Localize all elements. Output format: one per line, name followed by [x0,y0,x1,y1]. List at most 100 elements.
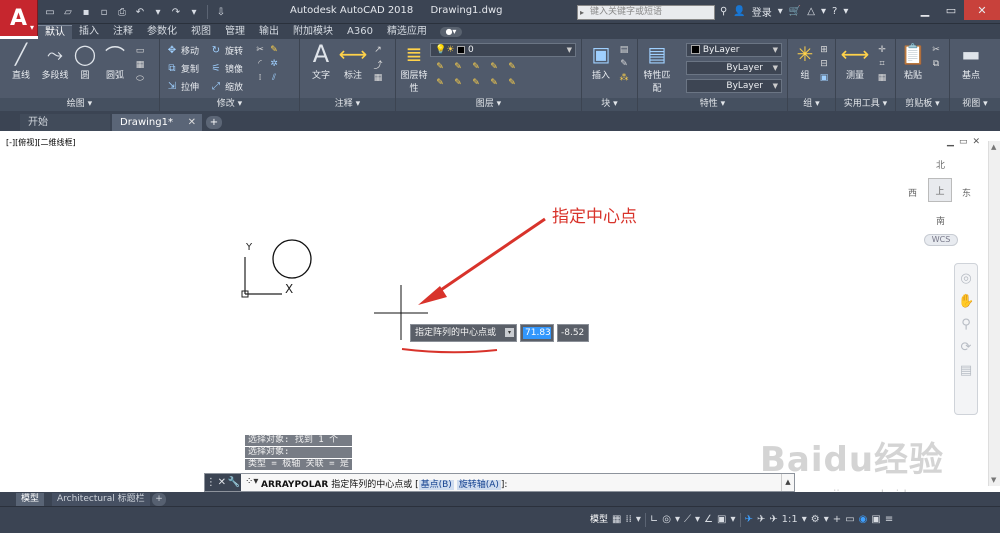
save-icon[interactable]: ▪ [78,4,94,20]
stretch-button[interactable]: ⇲ 拉伸 [166,80,199,93]
user-icon[interactable]: 👤 [733,6,745,17]
undo-dropdown-icon[interactable]: ▾ [150,4,166,20]
mleader-icon[interactable]: ⤴ [372,58,384,71]
ellipse-icon[interactable]: ⬭ [134,73,146,85]
viewcube-west[interactable]: 西 [908,186,917,199]
layer-properties-button[interactable]: ≣ 图层特性 [400,42,428,94]
redo-dropdown-icon[interactable]: ▾ [186,4,202,20]
copy-clip-icon[interactable]: ⧉ [930,58,942,70]
arc-button[interactable]: ⌒ 圆弧 [100,42,130,82]
pan-icon[interactable]: ✋ [958,294,974,310]
application-menu-button[interactable]: A ▾ [0,0,38,36]
erase-icon[interactable]: ✎ [268,44,280,56]
rotate-button[interactable]: ↻ 旋转 [210,44,243,57]
dimension-button[interactable]: ⟷ 标注 [338,42,368,81]
close-icon[interactable]: ✕ [964,0,1000,20]
command-prompt-icon[interactable]: ⁘▾ [245,476,258,487]
calculator-icon[interactable]: ▦ [876,72,888,84]
dynamic-input-options-icon[interactable]: ▾ [505,328,514,337]
fillet-icon[interactable]: ◜ [254,58,266,70]
exchange-icon[interactable]: △ [807,6,815,17]
annotation-scale-icon[interactable]: ✈ [769,512,777,528]
tab-annotate[interactable]: 注释 [106,25,140,39]
quick-select-icon[interactable]: ✛ [876,44,888,56]
offset-icon[interactable]: ⫽ [268,72,280,84]
drawn-circle[interactable] [272,239,312,279]
workspace-gear-icon[interactable]: ⚙ [811,512,820,528]
auto-scale-icon[interactable]: ✈ [757,512,765,528]
layout-tab-model[interactable]: 模型 [16,493,45,506]
panel-groups-title[interactable]: 组 ▾ [788,98,835,111]
tab-parametric[interactable]: 参数化 [140,25,184,39]
match-properties-button[interactable]: ▤ 特性匹配 [642,42,672,94]
text-button[interactable]: A 文字 [306,40,336,81]
clean-screen-icon[interactable]: ▣ [871,512,880,528]
object-snap-dropdown-icon[interactable]: ▾ [730,512,735,528]
mirror-button[interactable]: ⚟ 镜像 [210,62,244,75]
polar-dropdown-icon[interactable]: ▾ [675,512,680,528]
redo-icon[interactable]: ↷ [168,4,184,20]
annotation-scale-dropdown-icon[interactable]: ▾ [802,512,807,528]
tab-featured-apps[interactable]: 精选应用 [380,25,434,39]
help-dropdown-icon[interactable]: ▾ [843,6,848,17]
line-button[interactable]: ╱ 直线 [6,42,36,81]
open-icon[interactable]: ▱ [60,4,76,20]
viewcube-north[interactable]: 北 [936,158,945,171]
ungroup-icon[interactable]: ⊞ [818,44,830,56]
command-line-drag-handle[interactable]: ⋮ [206,477,216,488]
polar-icon[interactable]: ◎ [662,512,671,528]
print-icon[interactable]: ⎙ [114,4,130,20]
array-icon[interactable]: ⁞ [254,72,266,84]
scale-button[interactable]: ⤢ 缩放 [210,80,243,93]
color-dropdown[interactable]: ByLayer ▼ [686,43,782,57]
insert-block-button[interactable]: ▣ 插入 [586,42,616,81]
edit-block-icon[interactable]: ✎ [618,58,630,70]
tab-a360[interactable]: A360 [340,25,380,39]
layer-copy-icon[interactable]: ✎ [452,77,464,89]
group-edit-icon[interactable]: ⊟ [818,58,830,70]
annotation-visibility-icon[interactable]: ✈ [745,512,753,528]
command-option-rotation-axis[interactable]: 旋转轴(A) [456,480,501,490]
layer-dropdown[interactable]: 💡☀ 0 ▼ [430,43,576,57]
layer-delete-icon[interactable]: ✎ [506,77,518,89]
exchange-dropdown-icon[interactable]: ▾ [821,6,826,17]
isolate-objects-icon[interactable]: ◉ [859,512,868,528]
lineweight-dropdown[interactable]: ByLayer ▼ [686,79,782,93]
restore-icon[interactable]: ▭ [938,0,964,20]
viewcube-east[interactable]: 东 [962,186,971,199]
layer-freeze-icon[interactable]: ✎ [470,61,482,73]
login-dropdown-icon[interactable]: ▾ [778,6,783,17]
explode-icon[interactable]: ✲ [268,58,280,70]
layer-merge-icon[interactable]: ✎ [488,77,500,89]
panel-block-title[interactable]: 块 ▾ [582,98,637,111]
dynamic-input-y-field[interactable]: -8.52 [557,324,589,342]
paste-button[interactable]: 📋 粘贴 [898,42,928,81]
panel-draw-title[interactable]: 绘图 ▾ [0,98,159,111]
minimize-icon[interactable]: ▁ [912,0,938,20]
zoom-extents-icon[interactable]: ⚲ [958,317,974,333]
layout-tab-architectural[interactable]: Architectural 标题栏 [52,493,150,506]
customization-icon[interactable]: ≡ [885,512,893,528]
group-button[interactable]: ✳ 组 [790,42,820,81]
undo-icon[interactable]: ↶ [132,4,148,20]
base-view-button[interactable]: ▬ 基点 [956,42,986,81]
command-line-close-icon[interactable]: ✕ [218,477,226,488]
linetype-dropdown[interactable]: ByLayer ▼ [686,61,782,75]
annotation-scale-value[interactable]: 1:1 [782,512,798,528]
command-history-toggle-icon[interactable]: ▲ [781,474,794,491]
rectangle-icon[interactable]: ▭ [134,45,146,57]
command-line[interactable]: ⋮ ✕ 🔧 ⁘▾ ARRAYPOLAR 指定阵列的中心点或 [基点(B) 旋转轴… [204,473,795,492]
group-select-icon[interactable]: ▣ [818,72,830,84]
measure-button[interactable]: ⟷ 测量 [840,42,870,81]
circle-button[interactable]: ◯ 圆 [70,42,100,81]
tab-insert[interactable]: 插入 [72,25,106,39]
snap-dropdown-icon[interactable]: ▾ [636,512,641,528]
steering-wheel-icon[interactable]: ◎ [958,271,974,287]
login-button[interactable]: 登录 [752,4,772,19]
dynamic-input-x-field[interactable]: 71.83 [520,324,554,342]
new-tab-button[interactable]: + [206,116,222,129]
panel-modify-title[interactable]: 修改 ▾ [160,98,299,111]
object-snap-tracking-icon[interactable]: ∠ [704,512,713,528]
block-attribute-icon[interactable]: ⁂ [618,72,630,84]
search-input[interactable]: ▸ 键入关键字或短语 [577,5,715,20]
